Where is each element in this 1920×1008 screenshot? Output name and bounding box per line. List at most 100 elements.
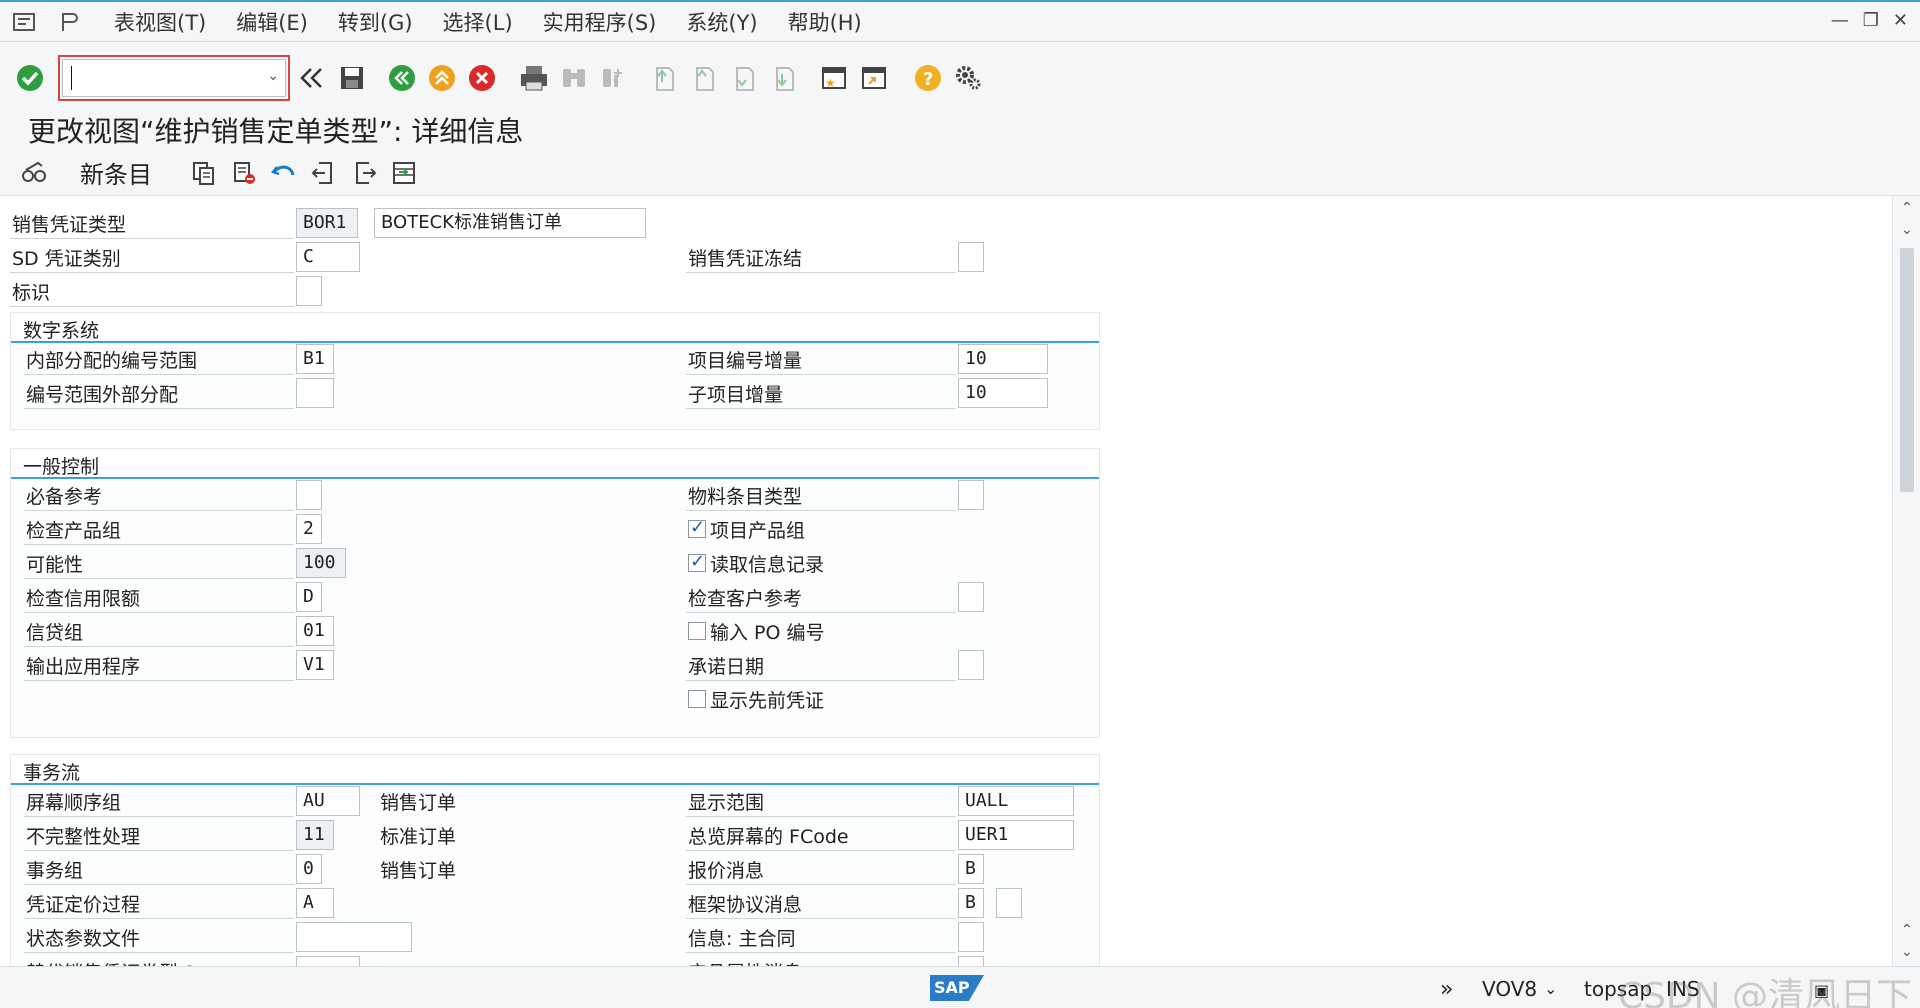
outline-agreement-message-field[interactable]: B	[958, 888, 984, 918]
previous-entry-icon[interactable]	[306, 155, 342, 191]
print-icon[interactable]	[516, 60, 552, 96]
vertical-scrollbar[interactable]: ⌃ ⌄ ⌃ ⌄	[1892, 196, 1920, 966]
undo-icon[interactable]	[266, 155, 302, 191]
menu-item-help[interactable]: 帮助(H)	[788, 7, 862, 37]
find-next-icon[interactable]	[596, 60, 632, 96]
menu-icon[interactable]	[10, 8, 38, 36]
first-page-icon[interactable]	[646, 60, 682, 96]
enter-po-number-checkbox[interactable]	[688, 622, 706, 640]
number-system-title-text: 数字系统	[23, 320, 100, 342]
probability-label: 可能性	[26, 554, 84, 576]
copy-as-icon[interactable]	[186, 155, 222, 191]
close-icon[interactable]: ✕	[1893, 10, 1908, 31]
doc-block-field[interactable]	[958, 242, 984, 272]
commitment-date-field[interactable]	[958, 650, 984, 680]
outline-agreement-extra-field[interactable]	[996, 888, 1022, 918]
alt-doc-type-field[interactable]	[296, 956, 360, 966]
cancel-icon[interactable]	[464, 60, 500, 96]
external-range-field[interactable]	[296, 378, 334, 408]
reference-mandatory-label: 必备参考	[26, 486, 103, 508]
menu-item-goto[interactable]: 转到(G)	[338, 7, 413, 37]
scroll-page-down-icon[interactable]: ⌄	[1901, 222, 1913, 238]
outline-agreement-message-label: 框架协议消息	[688, 894, 803, 916]
menu-item-table-view[interactable]: 表视图(T)	[114, 7, 206, 37]
new-entries-button[interactable]: 新条目	[80, 155, 152, 190]
probability-field[interactable]: 100	[296, 548, 346, 578]
display-change-icon[interactable]	[16, 155, 52, 191]
output-application-field[interactable]: V1	[296, 650, 334, 680]
chevron-down-icon[interactable]: ⌄	[267, 68, 279, 84]
sd-category-field[interactable]: C	[296, 242, 360, 272]
subitem-increment-field[interactable]: 10	[958, 378, 1048, 408]
material-entry-type-field[interactable]	[958, 480, 984, 510]
scroll-up-icon[interactable]: ⌃	[1901, 200, 1913, 216]
menu-item-edit[interactable]: 编辑(E)	[236, 7, 308, 37]
collapse-double-left-icon[interactable]	[294, 60, 330, 96]
customize-icon[interactable]	[56, 8, 84, 36]
subitem-increment-label: 子项目增量	[688, 384, 784, 406]
scroll-page-up-icon[interactable]: ⌃	[1901, 922, 1913, 938]
internal-range-label: 内部分配的编号范围	[26, 350, 198, 372]
menu-item-system[interactable]: 系统(Y)	[686, 7, 757, 37]
status-profile-label: 状态参数文件	[26, 928, 141, 950]
enter-button[interactable]	[12, 60, 48, 96]
menu-item-selection[interactable]: 选择(L)	[443, 7, 513, 37]
chevron-down-icon[interactable]: ⌄	[1544, 979, 1557, 998]
overview-fcode-field[interactable]: UER1	[958, 820, 1074, 850]
minimize-icon[interactable]: —	[1831, 10, 1849, 31]
create-session-icon[interactable]: ★	[816, 60, 852, 96]
screen-sequence-field[interactable]: AU	[296, 786, 360, 816]
menu-item-utilities[interactable]: 实用程序(S)	[543, 7, 657, 37]
title-bar: 更改视图“维护销售定单类型”: 详细信息	[0, 114, 1920, 150]
transaction-flow-title: 事务流	[11, 755, 1099, 785]
exit-icon[interactable]	[424, 60, 460, 96]
delete-icon[interactable]	[226, 155, 262, 191]
credit-group-label: 信贷组	[26, 622, 84, 644]
command-field[interactable]: ⌄	[58, 55, 290, 101]
check-customer-ref-field[interactable]	[958, 582, 984, 612]
settings-gear-icon[interactable]	[950, 60, 986, 96]
previous-page-icon[interactable]	[686, 60, 722, 96]
scroll-down-icon[interactable]: ⌄	[1901, 944, 1913, 960]
internal-range-field[interactable]: B1	[296, 344, 334, 374]
select-all-icon[interactable]	[386, 155, 422, 191]
incompletion-field[interactable]: 11	[296, 820, 334, 850]
item-division-checkbox[interactable]	[688, 517, 706, 538]
transaction-group-field[interactable]: 0	[296, 854, 322, 884]
pricing-procedure-field[interactable]: A	[296, 888, 334, 918]
transaction-code: VOV8	[1482, 977, 1538, 1001]
display-range-label: 显示范围	[688, 792, 765, 814]
doc-block-label: 销售凭证冻结	[688, 248, 803, 270]
watermark: CSDN @清风日下	[1617, 976, 1912, 1008]
restore-icon[interactable]: ❐	[1863, 10, 1879, 31]
read-info-record-checkbox[interactable]	[688, 551, 706, 572]
number-system-title: 数字系统	[11, 313, 1099, 343]
master-contract-field[interactable]	[958, 922, 984, 952]
back-icon[interactable]	[384, 60, 420, 96]
expand-status-icon[interactable]: »	[1440, 977, 1453, 1002]
save-icon[interactable]	[334, 60, 370, 96]
help-icon[interactable]: ?	[910, 60, 946, 96]
credit-group-field[interactable]: 01	[296, 616, 334, 646]
next-entry-icon[interactable]	[346, 155, 382, 191]
quotation-message-field[interactable]: B	[958, 854, 984, 884]
item-increment-field[interactable]: 10	[958, 344, 1048, 374]
standard-toolbar: ⌄ ★ ?	[0, 42, 1920, 114]
display-range-field[interactable]: UALL	[958, 786, 1074, 816]
last-page-icon[interactable]	[766, 60, 802, 96]
reference-mandatory-field[interactable]	[296, 480, 322, 510]
sd-category-label: SD 凭证类别	[12, 248, 121, 270]
doc-type-field[interactable]: BOR1	[296, 208, 358, 238]
product-attribute-message-field[interactable]	[958, 956, 984, 966]
scrollbar-thumb[interactable]	[1900, 248, 1914, 492]
next-page-icon[interactable]	[726, 60, 762, 96]
item-division-label: 项目产品组	[710, 520, 806, 542]
find-icon[interactable]	[556, 60, 592, 96]
check-division-field[interactable]: 2	[296, 514, 322, 544]
indicator-field[interactable]	[296, 276, 322, 306]
status-profile-field[interactable]	[296, 922, 412, 952]
display-preceding-doc-checkbox[interactable]	[688, 690, 706, 708]
incompletion-label: 不完整性处理	[26, 826, 141, 848]
check-credit-field[interactable]: D	[296, 582, 322, 612]
shortcut-icon[interactable]	[856, 60, 892, 96]
